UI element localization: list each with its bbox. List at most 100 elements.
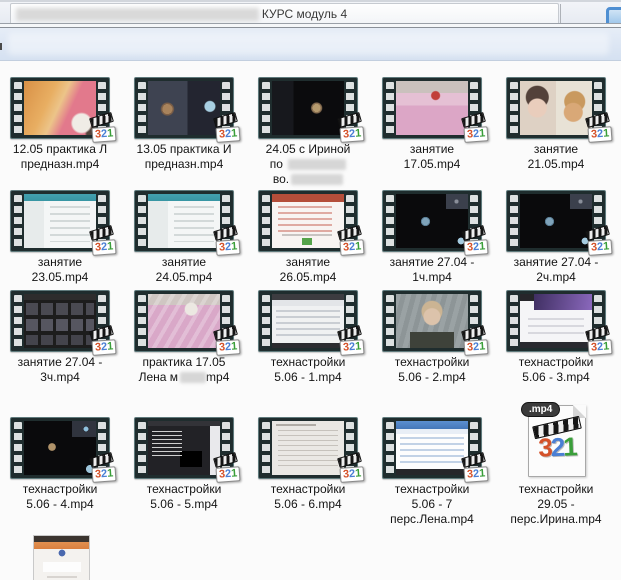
video-thumbnail-filmstrip: 321 xyxy=(10,417,110,479)
mpc-321-badge-icon: 321 xyxy=(208,328,240,355)
file-name: 24.05 с Иринойпо во. xyxy=(266,142,351,187)
mpc-321-badge-icon: 321 xyxy=(456,328,488,355)
video-thumbnail-filmstrip: 321 xyxy=(258,190,358,252)
badge-digits: 321 xyxy=(587,126,612,143)
digit: 3 xyxy=(538,432,552,462)
file-name-text: технастройки xyxy=(519,482,594,496)
file-name-text: 5.06 - 5.mp4 xyxy=(150,497,217,511)
file-name-text: Лена м xyxy=(139,370,178,384)
file-name-text: 5.06 - 4.mp4 xyxy=(26,497,93,511)
file-item[interactable]: 321 занятие24.05.mp4 xyxy=(124,190,244,285)
digit: 1 xyxy=(354,127,361,139)
badge-digits: 321 xyxy=(91,339,116,356)
file-name-text: технастройки xyxy=(395,355,470,369)
file-name-text: 3ч.mp4 xyxy=(40,370,80,384)
file-name-text: технастройки xyxy=(395,482,470,496)
video-thumbnail-filmstrip: 321 xyxy=(258,77,358,139)
mpc-321-badge-icon: 321 xyxy=(456,455,488,482)
blur-redaction xyxy=(291,174,343,185)
digit: 1 xyxy=(354,467,361,479)
file-name: занятие 27.04 -1ч.mp4 xyxy=(390,255,475,285)
file-item[interactable]: 321 занятие 27.04 -3ч.mp4 xyxy=(0,290,120,385)
file-name: технастройки5.06 - 7перс.Лена.mp4 xyxy=(390,482,474,527)
file-item[interactable]: 321 технастройки5.06 - 5.mp4 xyxy=(124,417,244,512)
mpc-321-badge-icon: 321 xyxy=(332,228,364,255)
file-name-text: практика 17.05 xyxy=(143,355,226,369)
video-thumbnail-filmstrip: 321 xyxy=(382,190,482,252)
digit: 1 xyxy=(106,340,113,352)
file-name-text: 5.06 - 7 xyxy=(412,497,453,511)
digit: 1 xyxy=(106,467,113,479)
file-name-text: занятие xyxy=(286,255,330,269)
file-name-text: перс.Ирина.mp4 xyxy=(510,512,601,526)
mp4-extension-pill: .mp4 xyxy=(521,402,560,417)
blur-redaction xyxy=(288,159,346,170)
file-name-text: 5.06 - 2.mp4 xyxy=(398,370,465,384)
file-item[interactable]: 321 технастройки5.06 - 6.mp4 xyxy=(248,417,368,512)
badge-digits: 321 xyxy=(463,126,488,143)
file-item[interactable]: 321 технастройки5.06 - 7перс.Лена.mp4 xyxy=(372,417,492,527)
file-name: занятие17.05.mp4 xyxy=(404,142,461,172)
mpc-321-badge-icon: 321 xyxy=(332,455,364,482)
mpc-321-badge-icon: 321 xyxy=(208,455,240,482)
badge-digits: 321 xyxy=(339,339,364,356)
badge-digits: 321 xyxy=(463,466,488,483)
video-thumbnail-filmstrip: 321 xyxy=(382,290,482,352)
file-name: технастройки5.06 - 5.mp4 xyxy=(147,482,222,512)
file-item[interactable]: .mp4 321 технастройки29.05 -перс.Ирина.m… xyxy=(496,417,616,527)
mpc-321-badge-icon: 321 xyxy=(456,228,488,255)
file-name: занятие24.05.mp4 xyxy=(156,255,213,285)
mpc-321-badge-icon: 321 xyxy=(208,115,240,142)
file-item[interactable]: 321 24.05 с Иринойпо во. xyxy=(248,77,368,187)
file-item[interactable]: 321 12.05 практика Лпредназн.mp4 xyxy=(0,77,120,172)
video-thumbnail-filmstrip: 321 xyxy=(506,190,606,252)
file-name: 12.05 практика Лпредназн.mp4 xyxy=(13,142,107,172)
file-item[interactable]: 321 технастройки5.06 - 4.mp4 xyxy=(0,417,120,512)
file-item[interactable]: 321 практика 17.05Лена мmp4 xyxy=(124,290,244,385)
mpc-321-badge-icon: 321 xyxy=(208,228,240,255)
file-item[interactable]: 321 занятие26.05.mp4 xyxy=(248,190,368,285)
badge-digits: 321 xyxy=(463,339,488,356)
mpc-321-badge-icon: 321 xyxy=(580,115,612,142)
video-thumbnail-filmstrip: 321 xyxy=(506,290,606,352)
file-item[interactable]: 321 занятие23.05.mp4 xyxy=(0,190,120,285)
mpc-321-badge-icon: 321 xyxy=(84,455,116,482)
file-item[interactable]: 321 13.05 практика Ипредназн.mp4 xyxy=(124,77,244,172)
badge-digits: 321 xyxy=(339,239,364,256)
video-thumbnail-filmstrip: 321 xyxy=(134,190,234,252)
file-name: технастройки29.05 -перс.Ирина.mp4 xyxy=(510,482,601,527)
file-name-text: технастройки xyxy=(519,355,594,369)
file-name-text: предназн.mp4 xyxy=(145,157,224,171)
file-item-partial[interactable] xyxy=(33,535,90,580)
badge-digits: 321 xyxy=(531,431,582,464)
file-name-text: 5.06 - 6.mp4 xyxy=(274,497,341,511)
badge-digits: 321 xyxy=(339,466,364,483)
file-item[interactable]: 321 занятие 27.04 -2ч.mp4 xyxy=(496,190,616,285)
file-item[interactable]: 321 технастройки5.06 - 3.mp4 xyxy=(496,290,616,385)
file-name-text: занятие xyxy=(410,142,454,156)
file-item[interactable]: 321 занятие21.05.mp4 xyxy=(496,77,616,172)
badge-digits: 321 xyxy=(215,239,240,256)
mpc-321-badge-icon: 321 xyxy=(84,228,116,255)
file-grid: 321 12.05 практика Лпредназн.mp4 321 13.… xyxy=(0,0,621,580)
digit: 1 xyxy=(106,127,113,139)
file-item[interactable]: 321 технастройки5.06 - 1.mp4 xyxy=(248,290,368,385)
file-name: технастройки5.06 - 2.mp4 xyxy=(395,355,470,385)
file-name-text: 2ч.mp4 xyxy=(536,270,576,284)
digit: 1 xyxy=(106,240,113,252)
video-thumbnail-filmstrip: 321 xyxy=(382,417,482,479)
file-item[interactable]: 321 занятие 27.04 -1ч.mp4 xyxy=(372,190,492,285)
video-thumbnail-filmstrip: 321 xyxy=(382,77,482,139)
video-thumbnail-filmstrip: 321 xyxy=(10,290,110,352)
file-name-text: занятие xyxy=(162,255,206,269)
mpc-default-file-icon: .mp4 321 xyxy=(518,399,594,479)
digit: 1 xyxy=(602,240,609,252)
file-name-text: предназн.mp4 xyxy=(21,157,100,171)
file-item[interactable]: 321 технастройки5.06 - 2.mp4 xyxy=(372,290,492,385)
video-thumbnail-filmstrip: 321 xyxy=(258,290,358,352)
file-item[interactable]: 321 занятие17.05.mp4 xyxy=(372,77,492,172)
file-name-text: технастройки xyxy=(271,355,346,369)
file-name-text: занятие xyxy=(38,255,82,269)
mpc-321-badge-icon: 321 xyxy=(580,228,612,255)
badge-digits: 321 xyxy=(587,239,612,256)
